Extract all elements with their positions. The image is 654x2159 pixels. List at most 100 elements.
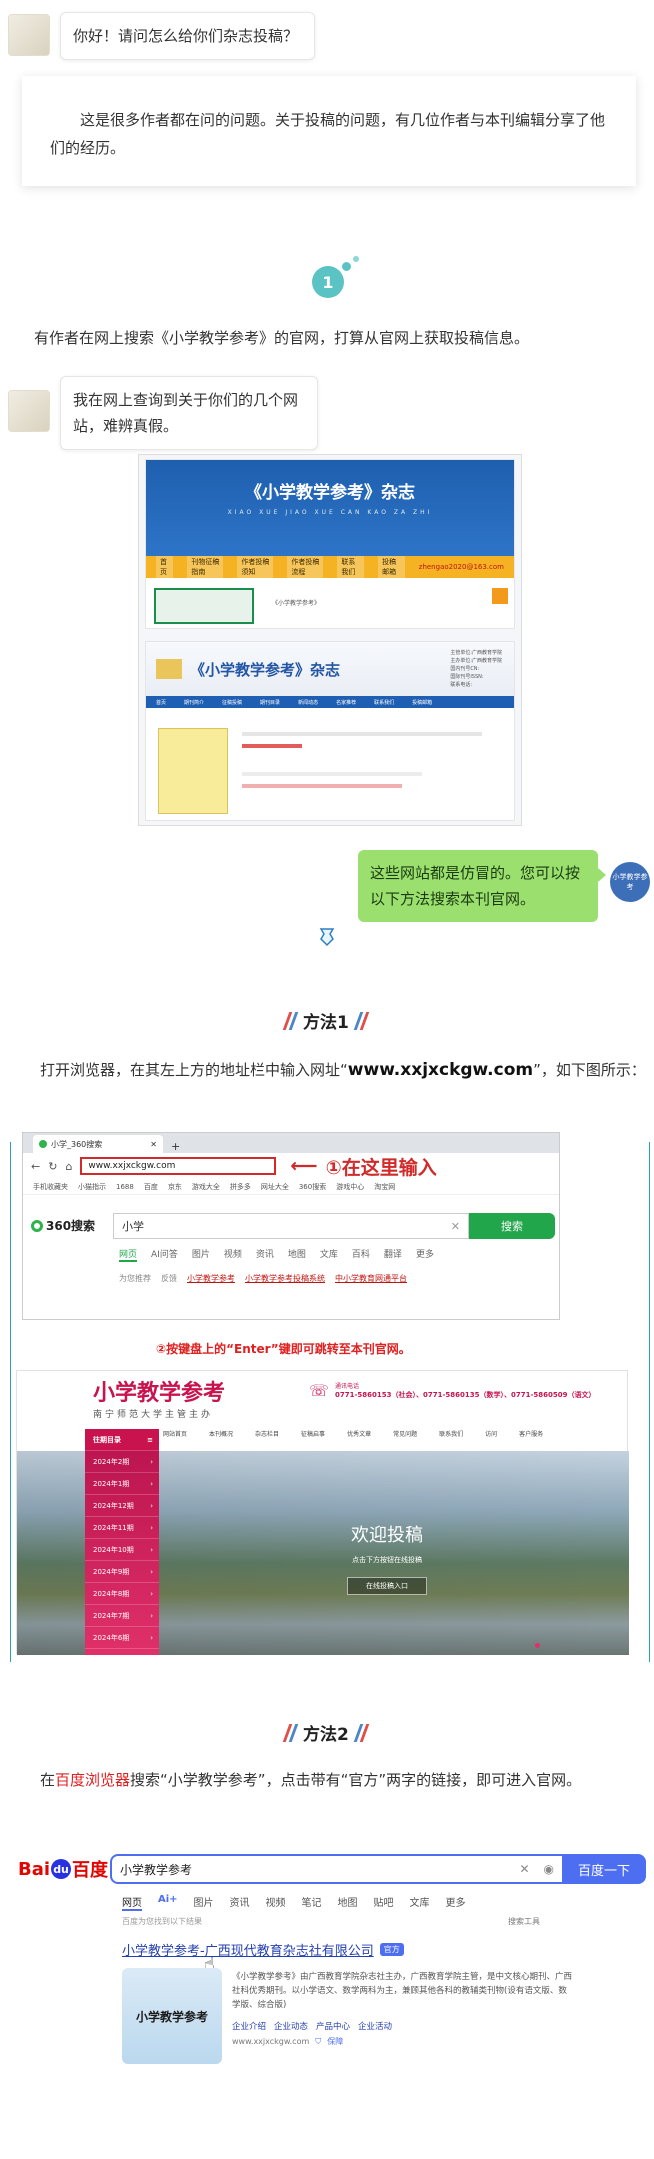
para-search-website: 有作者在网上搜索《小学教学参考》的官网，打算从官网上获取投稿信息。 xyxy=(34,329,530,347)
issue-item[interactable]: 2024年7期 › xyxy=(85,1605,159,1627)
bookmark-item[interactable]: 游戏大全 xyxy=(192,1182,220,1192)
search-suggestions: 为您推荐 反馈 小学教学参考 小学教学参考投稿系统 中小学教育网通平台 xyxy=(119,1273,407,1284)
bookmark-item[interactable]: 京东 xyxy=(168,1182,182,1192)
fake-site-2-line xyxy=(242,744,302,748)
issue-item[interactable]: 2024年9期 › xyxy=(85,1561,159,1583)
bookmark-item[interactable]: 拼多多 xyxy=(230,1182,251,1192)
tab-translate[interactable]: 翻译 xyxy=(384,1247,402,1262)
bookmark-item[interactable]: 淘宝网 xyxy=(374,1182,395,1192)
official-site-screenshot: 小学教学参考 南宁师范大学主管主办 ☏ 通讯电话 0771-5860153（社会… xyxy=(16,1370,629,1671)
bookmark-item[interactable]: 游戏中心 xyxy=(336,1182,364,1192)
tab-news[interactable]: 资讯 xyxy=(256,1247,274,1262)
tab-map[interactable]: 地图 xyxy=(338,1894,358,1911)
tab-images[interactable]: 图片 xyxy=(192,1247,210,1262)
search-input[interactable]: 小学 ✕ xyxy=(113,1213,469,1239)
suggestion-link[interactable]: 中小学教育网通平台 xyxy=(335,1273,407,1284)
home-icon[interactable]: ⌂ xyxy=(65,1160,72,1173)
author-avatar xyxy=(8,14,50,56)
search-tools[interactable]: 搜索工具 xyxy=(508,1916,540,1927)
reload-icon[interactable]: ↻ xyxy=(48,1160,57,1173)
fake-site-1-email: zhengao2020@163.com xyxy=(418,563,504,571)
online-submission-button[interactable]: 在线投稿入口 xyxy=(347,1577,427,1595)
fake-nav-item: 首页 xyxy=(156,556,174,578)
bookmark-item[interactable]: 小猫指示 xyxy=(78,1182,106,1192)
bookmark-item[interactable]: 1688 xyxy=(116,1183,134,1191)
back-icon[interactable]: ← xyxy=(31,1160,40,1173)
tab-images[interactable]: 图片 xyxy=(194,1894,214,1911)
method1-heading: 方法1 xyxy=(282,1008,370,1033)
issue-item[interactable]: 2024年12期 › xyxy=(85,1495,159,1517)
result-description: 《小学教学参考》由广西教育学院杂志社主办，广西教育学院主管，是中文核心期刊、广西… xyxy=(232,1972,573,2010)
issue-item[interactable]: 2024年1期 › xyxy=(85,1473,159,1495)
tab-news[interactable]: 资讯 xyxy=(230,1894,250,1911)
baidu-tabs: 网页 Ai+ 图片 资讯 视频 笔记 地图 贴吧 文库 更多 xyxy=(122,1894,466,1911)
360-logo-icon xyxy=(31,1219,43,1232)
clear-icon[interactable]: ✕ xyxy=(519,1862,529,1876)
bookmark-item[interactable]: 网址大全 xyxy=(261,1182,289,1192)
tab-ai[interactable]: Ai+ xyxy=(158,1894,178,1911)
annotation-type-here: ①在这里输入 xyxy=(325,1156,437,1179)
slash-decor xyxy=(353,1011,370,1030)
baidu-search-button[interactable]: 百度一下 xyxy=(562,1854,646,1884)
fake-site-2-line xyxy=(242,784,402,788)
fake-site-2-line xyxy=(242,772,422,776)
author-question-bubble: 你好！请问怎么给你们杂志投稿？ xyxy=(60,12,315,60)
issue-item[interactable]: 2024年2期 › xyxy=(85,1451,159,1473)
suggestion-link[interactable]: 小学教学参考 xyxy=(187,1273,235,1284)
fake-site-1: 《小学教学参考》杂志 XIAO XUE JIAO XUE CAN KAO ZA … xyxy=(145,459,515,629)
carousel-dot[interactable] xyxy=(535,1643,540,1648)
search-tabs: 网页 AI问答 图片 视频 资讯 地图 文库 百科 翻译 更多 xyxy=(119,1247,434,1262)
browser-tabbar: 小学_360搜索 ✕ + xyxy=(23,1133,559,1153)
issue-item[interactable]: 2024年11期 › xyxy=(85,1517,159,1539)
tab-baike[interactable]: 百科 xyxy=(352,1247,370,1262)
issue-item[interactable]: 2024年5期 › xyxy=(85,1649,159,1671)
fake-site-1-nav: 首页 刊物征稿指南 作者投稿须知 作者投稿流程 联系我们 投稿邮箱 zhenga… xyxy=(146,556,514,578)
issue-item[interactable]: 2024年6期 › xyxy=(85,1627,159,1649)
fake-site-2-header: 《小学教学参考》杂志 主管单位:广西教育学院 主办单位:广西教育学院 国内刊号C… xyxy=(146,642,514,696)
tab-video[interactable]: 视频 xyxy=(266,1894,286,1911)
decor-dot xyxy=(342,262,351,271)
fake-nav-item: 投稿邮箱 xyxy=(378,556,405,578)
tab-library[interactable]: 文库 xyxy=(410,1894,430,1911)
address-bar[interactable]: www.xxjxckgw.com xyxy=(80,1157,277,1175)
tab-web[interactable]: 网页 xyxy=(119,1247,138,1262)
result-thumbnail[interactable]: 小学教学参考 xyxy=(122,1968,222,2064)
bookmark-item[interactable]: 360搜索 xyxy=(299,1182,326,1192)
red-arrow-icon: ⟵ xyxy=(290,1155,318,1177)
fake-nav-item: 作者投稿须知 xyxy=(237,556,274,578)
fake-nav-item: 作者投稿流程 xyxy=(287,556,324,578)
tab-video[interactable]: 视频 xyxy=(224,1247,242,1262)
slash-decor xyxy=(282,1011,299,1030)
tab-ai[interactable]: AI问答 xyxy=(151,1247,178,1262)
paw-icon: du xyxy=(51,1859,72,1879)
bookmark-item[interactable]: 百度 xyxy=(144,1182,158,1192)
tab-notes[interactable]: 笔记 xyxy=(302,1894,322,1911)
camera-icon[interactable]: ◉ xyxy=(544,1862,554,1876)
close-icon[interactable]: ✕ xyxy=(150,1140,157,1149)
hero-text: 欢迎投稿 点击下方按钮在线投稿 在线投稿入口 xyxy=(307,1521,467,1595)
new-tab-icon[interactable]: + xyxy=(163,1140,188,1153)
baidu-search-input[interactable]: 小学教学参考 ✕ ◉ xyxy=(110,1854,564,1884)
browser-tab[interactable]: 小学_360搜索 ✕ xyxy=(33,1135,163,1153)
tab-more[interactable]: 更多 xyxy=(416,1247,434,1262)
fake-websites-screenshot: 《小学教学参考》杂志 XIAO XUE JIAO XUE CAN KAO ZA … xyxy=(138,454,522,826)
clear-icon[interactable]: ✕ xyxy=(451,1220,460,1233)
tab-map[interactable]: 地图 xyxy=(288,1247,306,1262)
baidu-logo: Bai du 百度 xyxy=(18,1858,109,1882)
search-button[interactable]: 搜索 xyxy=(469,1213,555,1239)
decor-dot xyxy=(353,256,359,262)
tab-library[interactable]: 文库 xyxy=(320,1247,338,1262)
shield-icon: ⛉ xyxy=(315,2036,322,2046)
issue-item[interactable]: 2024年10期 › xyxy=(85,1539,159,1561)
suggestion-link[interactable]: 小学教学参考投稿系统 xyxy=(245,1273,325,1284)
official-result-link[interactable]: 小学教学参考-广西现代教育杂志社有限公司 xyxy=(122,1940,374,1959)
bookmarks-bar: 手机收藏夹 小猫指示 1688 百度 京东 游戏大全 拼多多 网址大全 360搜… xyxy=(23,1179,559,1195)
tab-tieba[interactable]: 贴吧 xyxy=(374,1894,394,1911)
fake-site-1-sample: 《小学教学参考》 xyxy=(272,600,321,607)
issue-item[interactable]: 2024年8期 › xyxy=(85,1583,159,1605)
tab-web[interactable]: 网页 xyxy=(122,1894,142,1911)
bookmark-item[interactable]: 手机收藏夹 xyxy=(33,1182,68,1192)
author-avatar xyxy=(8,390,50,432)
360-icon xyxy=(39,1140,47,1148)
tab-more[interactable]: 更多 xyxy=(446,1894,466,1911)
